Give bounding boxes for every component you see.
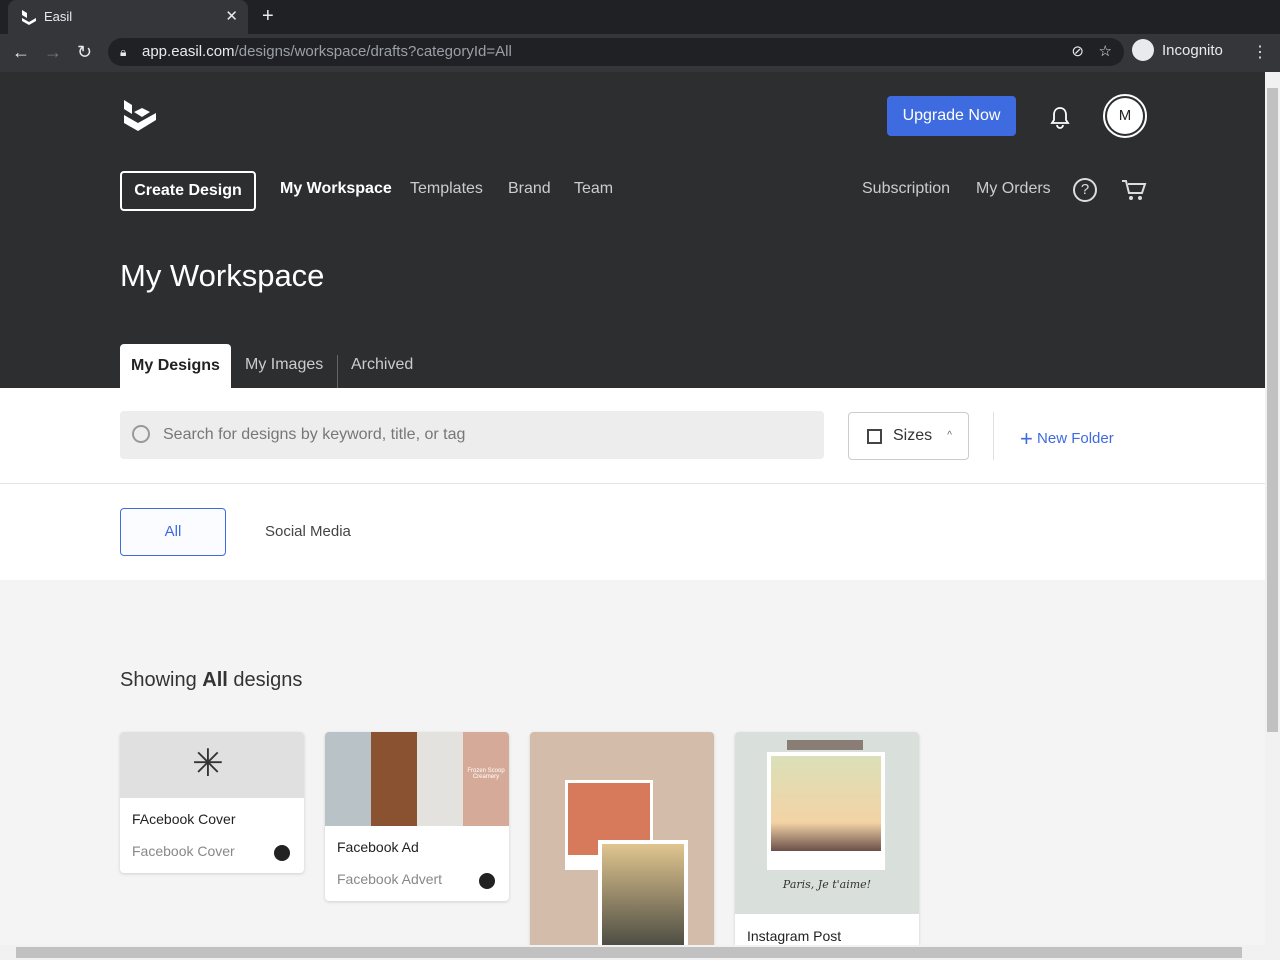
reload-icon[interactable]: ↻ [77, 42, 92, 63]
nav-my-workspace[interactable]: My Workspace [280, 180, 392, 198]
design-thumbnail: Frozen Scoop Creamery [325, 732, 509, 826]
back-icon[interactable]: ← [12, 42, 30, 63]
incognito-badge[interactable]: Incognito [1132, 39, 1223, 61]
browser-tab[interactable]: Easil ✕ [8, 0, 248, 34]
nav-brand[interactable]: Brand [508, 180, 551, 198]
nav-subscription[interactable]: Subscription [862, 180, 950, 198]
sizes-dropdown[interactable]: Sizes ^ [848, 412, 969, 460]
search-icon [132, 425, 150, 443]
design-name: Instagram Post [747, 928, 842, 944]
loading-thumbnail: ✳ [120, 732, 304, 798]
forward-icon[interactable]: → [44, 42, 62, 63]
new-folder-button[interactable]: + New Folder [1020, 426, 1114, 452]
close-tab-icon[interactable]: ✕ [225, 7, 238, 25]
divider [993, 412, 994, 460]
spinner-icon: ✳ [192, 743, 224, 785]
category-social-media[interactable]: Social Media [265, 523, 351, 540]
design-name: Facebook Ad [337, 839, 419, 855]
profile-label: Incognito [1162, 41, 1223, 59]
new-tab-icon[interactable]: + [262, 5, 274, 28]
design-thumbnail: Paris, Je t'aime! [735, 732, 919, 914]
thumbnail-text: Frozen Scoop Creamery [463, 732, 509, 826]
nav-my-orders[interactable]: My Orders [976, 180, 1051, 198]
avatar[interactable]: M [1103, 94, 1147, 138]
showing-heading: Showing All designs [120, 669, 303, 691]
nav-team[interactable]: Team [574, 180, 613, 198]
help-icon[interactable]: ? [1073, 178, 1097, 202]
horizontal-scrollbar[interactable] [0, 945, 1265, 960]
sizes-label: Sizes [893, 427, 933, 444]
nav-templates[interactable]: Templates [410, 180, 483, 198]
create-design-button[interactable]: Create Design [120, 171, 256, 211]
avatar-initial: M [1107, 98, 1143, 134]
eye-off-icon[interactable]: ⊘ [1071, 38, 1084, 66]
vertical-scrollbar[interactable] [1265, 72, 1280, 960]
upgrade-now-button[interactable]: Upgrade Now [887, 96, 1016, 136]
url-input[interactable]: app.easil.com/designs/workspace/drafts?c… [108, 38, 1124, 66]
cart-icon[interactable] [1121, 178, 1147, 202]
design-thumbnail-photo [598, 840, 688, 946]
star-icon[interactable]: ☆ [1099, 38, 1112, 66]
bell-icon[interactable] [1049, 105, 1071, 129]
page-title: My Workspace [120, 258, 325, 293]
new-folder-label: New Folder [1037, 430, 1114, 447]
design-card[interactable] [530, 732, 714, 946]
chevron-down-icon[interactable] [274, 845, 290, 861]
search-input[interactable]: Search for designs by keyword, title, or… [120, 411, 824, 459]
thumbnail-text: Paris, Je t'aime! [782, 878, 872, 891]
tab-title: Easil [44, 9, 73, 24]
easil-logo[interactable] [122, 99, 158, 133]
design-card[interactable]: ✳ FAcebook Cover Facebook Cover [120, 732, 304, 873]
design-type: Facebook Advert [325, 855, 509, 901]
design-card[interactable]: Paris, Je t'aime! Instagram Post [735, 732, 919, 946]
category-filter: All Social Media [0, 484, 1265, 580]
plus-icon: + [1020, 426, 1033, 451]
toolbar: Search for designs by keyword, title, or… [0, 388, 1265, 484]
url-host: app.easil.com [142, 43, 235, 60]
incognito-icon [1132, 39, 1154, 61]
resize-icon [867, 429, 882, 444]
lock-icon: 🔒︎ [120, 45, 127, 59]
tab-my-images[interactable]: My Images [245, 355, 339, 388]
url-path: /designs/workspace/drafts?categoryId=All [234, 43, 512, 60]
design-name: FAcebook Cover [132, 811, 236, 827]
menu-icon[interactable]: ⋮ [1252, 42, 1268, 62]
design-card[interactable]: Frozen Scoop Creamery Facebook Ad Facebo… [325, 732, 509, 901]
design-type: Facebook Cover [120, 827, 304, 873]
tab-archived[interactable]: Archived [351, 355, 413, 388]
chevron-up-icon: ^ [947, 430, 952, 441]
tab-my-designs[interactable]: My Designs [120, 344, 231, 388]
app-header: Upgrade Now M Create Design My Workspace… [0, 72, 1265, 388]
chevron-down-icon[interactable] [479, 873, 495, 889]
category-all[interactable]: All [120, 508, 226, 556]
address-bar: ← → ↻ app.easil.com/designs/workspace/dr… [0, 34, 1280, 72]
search-placeholder: Search for designs by keyword, title, or… [163, 426, 466, 443]
browser-tab-bar: Easil ✕ + [0, 0, 1280, 34]
easil-logo-icon [22, 10, 36, 25]
